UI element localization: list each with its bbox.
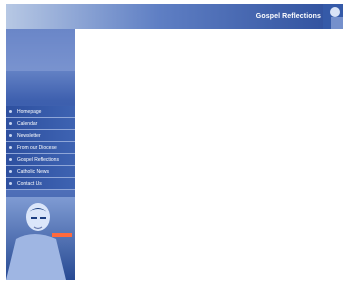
bullet-icon — [9, 110, 12, 113]
nav-label: Newsletter — [17, 133, 41, 139]
nav-label: From our Diocese — [17, 145, 57, 151]
bullet-icon — [9, 182, 12, 185]
bullet-icon — [9, 146, 12, 149]
nav-contact-us[interactable]: Contact Us — [6, 178, 75, 190]
bullet-icon — [9, 170, 12, 173]
nav-label: Catholic News — [17, 169, 49, 175]
nav-catholic-news[interactable]: Catholic News — [6, 166, 75, 178]
nav-label: Gospel Reflections — [17, 157, 59, 163]
nav-from-our-diocese[interactable]: From our Diocese — [6, 142, 75, 154]
main-nav: Homepage Calendar Newsletter From our Di… — [6, 106, 75, 190]
nav-gospel-reflections[interactable]: Gospel Reflections — [6, 154, 75, 166]
nav-calendar[interactable]: Calendar — [6, 118, 75, 130]
header-photo — [323, 4, 343, 29]
main-content — [75, 29, 343, 280]
bullet-icon — [9, 122, 12, 125]
bullet-icon — [9, 158, 12, 161]
nav-homepage[interactable]: Homepage — [6, 106, 75, 118]
site-title: Gospel Reflections — [255, 13, 321, 20]
nav-newsletter[interactable]: Newsletter — [6, 130, 75, 142]
site-header: Gospel Reflections — [6, 4, 343, 29]
sidebar-top-panel — [6, 29, 75, 71]
nav-label: Calendar — [17, 121, 38, 127]
sidebar-gradient — [6, 71, 75, 101]
bullet-icon — [9, 134, 12, 137]
nav-label: Contact Us — [17, 181, 42, 187]
nav-label: Homepage — [17, 109, 42, 115]
sidebar-photo — [6, 197, 75, 280]
sidebar: Homepage Calendar Newsletter From our Di… — [6, 29, 75, 280]
